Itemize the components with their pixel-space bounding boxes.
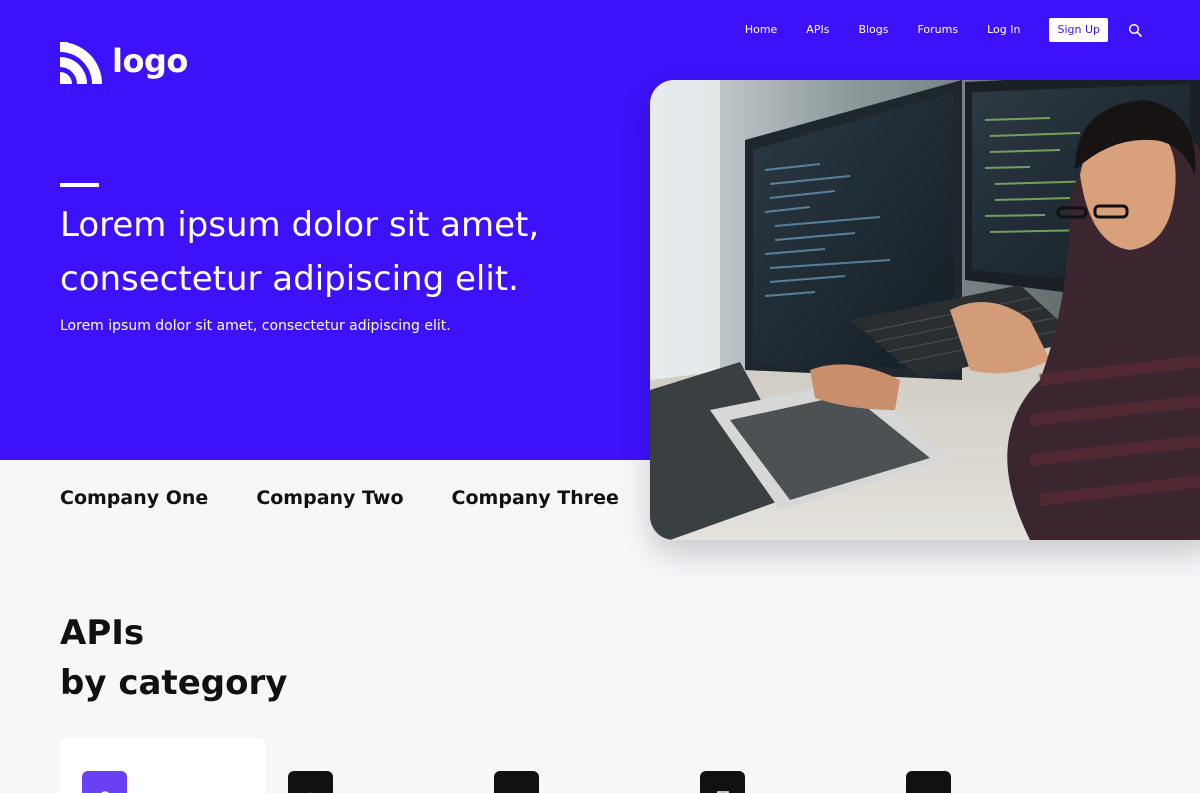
hero-accent-line — [60, 183, 99, 187]
category-card-commerce[interactable] — [472, 738, 678, 793]
nav-blogs[interactable]: Blogs — [858, 18, 888, 42]
company-logo: Company One — [60, 487, 209, 509]
nav-apis[interactable]: APIs — [806, 18, 829, 42]
section-title-line1: APIs — [60, 613, 145, 653]
nav-login[interactable]: Log In — [987, 18, 1020, 42]
browser-window-icon — [906, 771, 951, 793]
category-list: % — [60, 738, 1090, 793]
category-card-security[interactable] — [60, 738, 266, 793]
category-card-finance[interactable]: % — [678, 738, 884, 793]
section-title-line2: by category — [60, 663, 288, 703]
nav-forums[interactable]: Forums — [917, 18, 958, 42]
globe-icon — [288, 771, 333, 793]
hero-subtitle: Lorem ipsum dolor sit amet, consectetur … — [60, 318, 451, 334]
receipt-icon: % — [700, 771, 745, 793]
hero-image — [650, 80, 1200, 540]
company-logos: Company One Company Two Company Three — [60, 487, 619, 509]
hero-title: Lorem ipsum dolor sit amet, consectetur … — [60, 205, 540, 299]
logo-mark-icon — [60, 42, 102, 84]
company-logo: Company Two — [256, 487, 404, 509]
logo-text: logo — [112, 42, 188, 80]
category-card-web[interactable] — [884, 738, 1090, 793]
category-card-global[interactable] — [266, 738, 472, 793]
logo[interactable]: logo — [60, 42, 188, 84]
company-logo: Company Three — [451, 487, 619, 509]
nav-home[interactable]: Home — [745, 18, 777, 42]
top-nav: Home APIs Blogs Forums Log In Sign Up — [745, 18, 1142, 42]
store-icon — [494, 771, 539, 793]
sign-up-button[interactable]: Sign Up — [1049, 18, 1108, 42]
section-title: APIs by category — [60, 608, 287, 708]
search-icon[interactable] — [1128, 23, 1142, 37]
lock-icon — [82, 771, 127, 793]
